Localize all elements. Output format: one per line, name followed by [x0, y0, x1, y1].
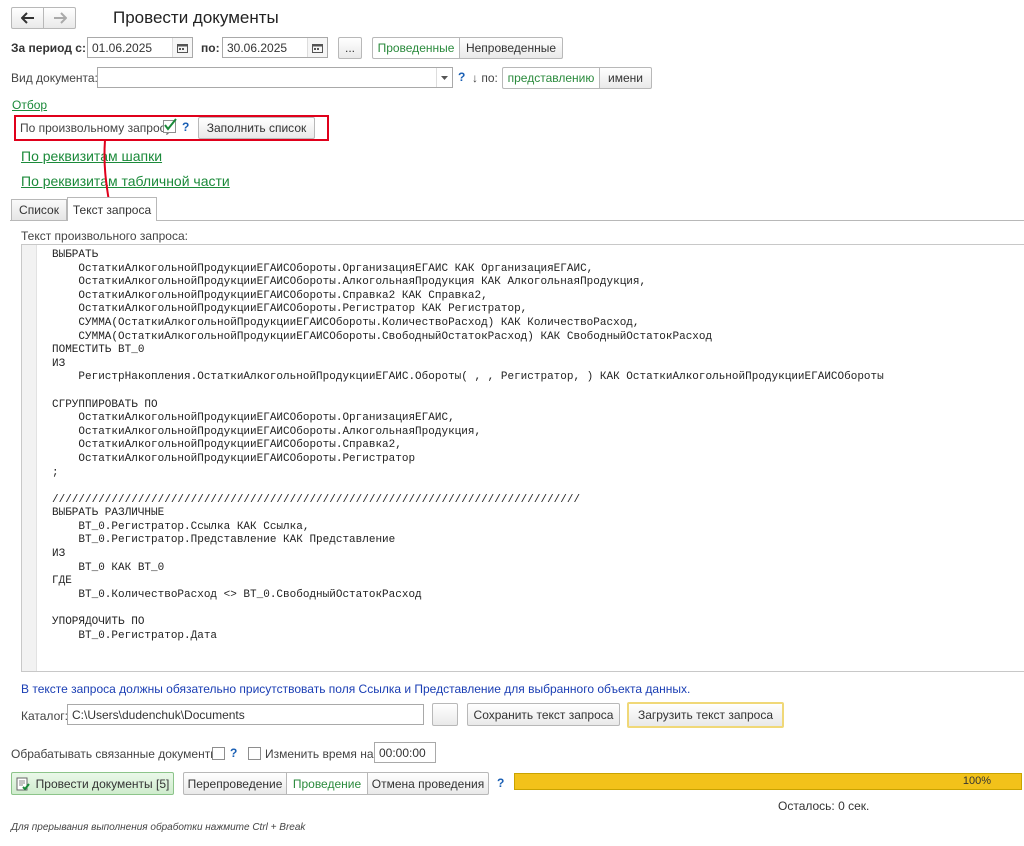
sort-by-presentation[interactable]: представлению: [502, 67, 600, 89]
arrow-right-icon: [53, 12, 67, 24]
doc-type-help-icon[interactable]: ?: [458, 70, 465, 84]
arrow-left-icon: [20, 12, 34, 24]
tabs-baseline: [10, 220, 1024, 221]
info-text: В тексте запроса должны обязательно прис…: [21, 682, 691, 696]
time-value: 00:00:00: [379, 745, 426, 760]
catalog-value: C:\Users\dudenchuk\Documents: [72, 707, 245, 722]
period-select-button[interactable]: ...: [338, 37, 362, 59]
change-time-checkbox[interactable]: [248, 747, 261, 760]
period-from-field[interactable]: 01.06.2025: [87, 37, 193, 58]
process-linked-help-icon[interactable]: ?: [230, 746, 237, 760]
save-query-button[interactable]: Сохранить текст запроса: [467, 703, 620, 726]
dropdown-arrow-icon[interactable]: [436, 68, 452, 87]
query-text-label: Текст произвольного запроса:: [21, 229, 188, 243]
calendar-icon[interactable]: [307, 38, 327, 57]
period-to-field[interactable]: 30.06.2025: [222, 37, 328, 58]
catalog-browse-button[interactable]: [432, 703, 458, 726]
posting-mode: Перепроведение Проведение Отмена проведе…: [183, 772, 489, 795]
mode-unpost[interactable]: Отмена проведения: [367, 772, 489, 795]
progress-fill: [515, 774, 1021, 789]
query-option-checkbox[interactable]: [163, 118, 177, 133]
forward-button[interactable]: [43, 7, 76, 29]
query-text-content: ВЫБРАТЬ ОстаткиАлкогольнойПродукцииЕГАИС…: [52, 249, 884, 642]
query-option-label: По произвольному запросу:: [20, 121, 175, 135]
catalog-label: Каталог:: [21, 709, 68, 723]
tab-query-text[interactable]: Текст запроса: [67, 197, 157, 221]
fill-list-button[interactable]: Заполнить список: [198, 117, 315, 139]
calendar-icon[interactable]: [172, 38, 192, 57]
doc-type-field[interactable]: [97, 67, 453, 88]
filter-link[interactable]: Отбор: [12, 98, 47, 112]
sort-label: ↓ по:: [472, 71, 498, 85]
doc-type-label: Вид документа:: [11, 71, 98, 85]
catalog-field[interactable]: C:\Users\dudenchuk\Documents: [67, 704, 424, 725]
process-linked-checkbox[interactable]: [212, 747, 225, 760]
editor-gutter: [22, 245, 37, 671]
document-post-icon: [16, 777, 30, 790]
mode-post[interactable]: Проведение: [286, 772, 368, 795]
query-option-help-icon[interactable]: ?: [182, 120, 189, 134]
query-text-editor[interactable]: ВЫБРАТЬ ОстаткиАлкогольнойПродукцииЕГАИС…: [21, 244, 1024, 672]
process-linked-label: Обрабатывать связанные документы:: [11, 747, 223, 761]
progress-label: 100%: [962, 775, 991, 787]
period-to-label: по:: [201, 41, 220, 55]
time-field[interactable]: 00:00:00: [374, 742, 436, 763]
page-title: Провести документы: [113, 8, 279, 27]
footer-hint: Для прерывания выполнения обработки нажм…: [11, 822, 306, 833]
back-button[interactable]: [11, 7, 44, 29]
sort-by-name[interactable]: имени: [599, 67, 652, 89]
sort-options: представлению имени: [502, 67, 652, 89]
period-to-value: 30.06.2025: [227, 40, 288, 55]
status-unposted[interactable]: Непроведенные: [459, 37, 563, 59]
period-from-value: 01.06.2025: [92, 40, 153, 55]
checkmark-icon: [164, 118, 177, 131]
status-posted[interactable]: Проведенные: [372, 37, 460, 59]
header-attrs-link[interactable]: По реквизитам шапки: [21, 148, 162, 164]
progress-bar: 100%: [514, 773, 1022, 790]
change-time-label: Изменить время на: [265, 747, 374, 761]
tab-list[interactable]: Список: [11, 199, 67, 220]
mode-repost[interactable]: Перепроведение: [183, 772, 287, 795]
period-from-label: За период с:: [11, 41, 86, 55]
run-posting-button[interactable]: Провести документы [5]: [11, 772, 174, 795]
load-query-button[interactable]: Загрузить текст запроса: [627, 702, 784, 728]
run-posting-label: Провести документы [5]: [35, 776, 170, 791]
mode-help-icon[interactable]: ?: [497, 776, 504, 790]
nav-buttons: [11, 7, 77, 29]
table-attrs-link[interactable]: По реквизитам табличной части: [21, 173, 230, 189]
status-filter: Проведенные Непроведенные: [372, 37, 563, 59]
remaining-time: Осталось: 0 сек.: [778, 799, 870, 813]
